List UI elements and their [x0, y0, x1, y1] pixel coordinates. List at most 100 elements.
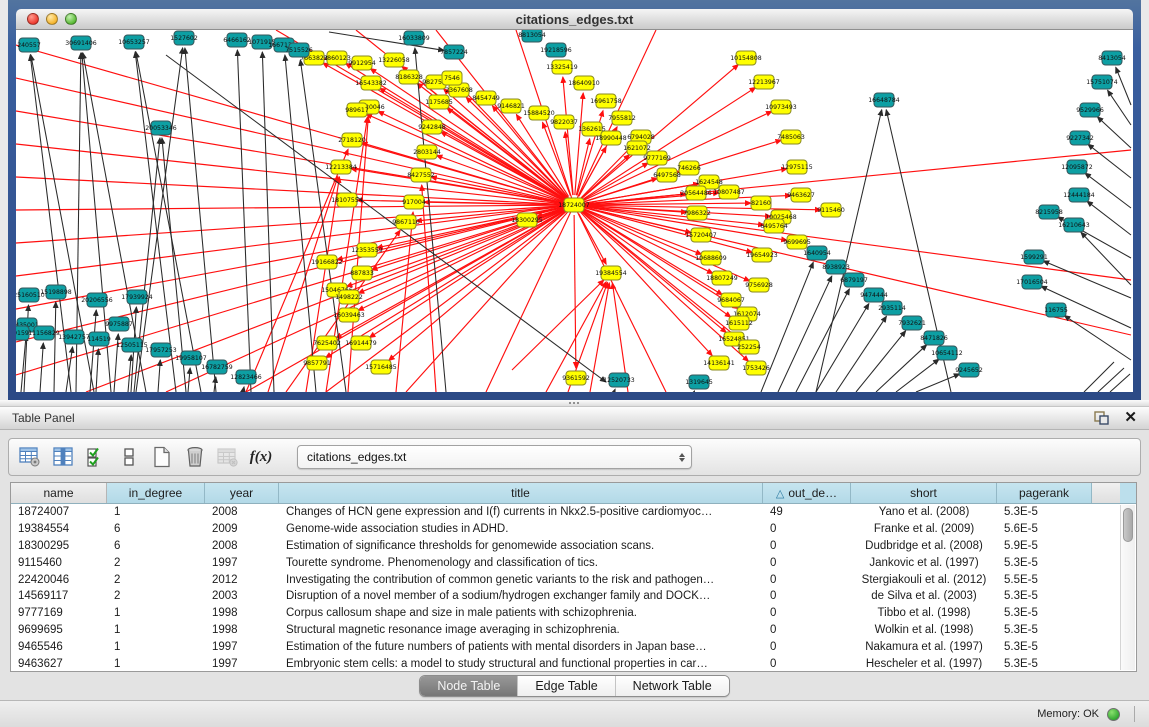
table-cell-year[interactable]: 1997 — [205, 555, 279, 572]
graph-node[interactable]: 9245652 — [955, 363, 983, 377]
table-cell-in_degree[interactable]: 2 — [107, 572, 205, 589]
graph-node[interactable]: 1498222 — [335, 290, 363, 304]
graph-node[interactable]: 6497568 — [653, 168, 681, 182]
graph-node[interactable]: 9857791 — [303, 356, 331, 370]
network-canvas[interactable]: 1872400713325419186409101696175879558121… — [16, 30, 1133, 392]
graph-node[interactable]: 15198898 — [40, 285, 72, 299]
table-cell-name[interactable]: 18724007 — [11, 504, 107, 521]
table-cell-short[interactable]: de Silva et al. (2003) — [851, 588, 997, 605]
graph-node[interactable]: 1753426 — [742, 361, 770, 375]
graph-edge[interactable] — [351, 169, 564, 204]
graph-edge[interactable] — [1116, 67, 1131, 105]
table-cell-pagerank[interactable]: 5.3E-5 — [997, 605, 1092, 622]
graph-node[interactable]: 13226058 — [378, 53, 410, 67]
graph-node[interactable]: 9867110 — [392, 215, 420, 229]
graph-node[interactable]: 1640954 — [803, 246, 831, 260]
table-cell-pagerank[interactable]: 5.5E-5 — [997, 572, 1092, 589]
graph-edge[interactable] — [1088, 144, 1131, 178]
graph-node[interactable]: 2935114 — [878, 301, 906, 315]
graph-edge[interactable] — [1110, 374, 1130, 392]
graph-node[interactable]: 6879197 — [840, 273, 868, 287]
graph-edge[interactable] — [614, 389, 615, 392]
graph-node[interactable]: 989617 — [345, 103, 369, 117]
graph-edge[interactable] — [856, 331, 906, 392]
insert-column-icon[interactable] — [52, 446, 74, 468]
graph-node[interactable]: 12213384 — [325, 160, 357, 174]
graph-edge[interactable] — [396, 212, 413, 392]
table-row[interactable]: 1456911722003Disruption of a novel membe… — [11, 588, 1136, 605]
table-cell-title[interactable]: Genome-wide association studies in ADHD. — [279, 521, 763, 538]
graph-node[interactable]: 9361592 — [562, 371, 590, 385]
minimize-icon[interactable] — [46, 13, 58, 25]
graph-edge[interactable] — [1097, 117, 1131, 148]
table-row[interactable]: 2242004622012Investigating the contribut… — [11, 572, 1136, 589]
graph-node[interactable]: 6495764 — [760, 219, 788, 233]
table-cell-out_de[interactable]: 0 — [763, 572, 851, 589]
table-cell-in_degree[interactable]: 6 — [107, 521, 205, 538]
table-cell-in_degree[interactable]: 2 — [107, 555, 205, 572]
table-cell-title[interactable]: Tourette syndrome. Phenomenology and cla… — [279, 555, 763, 572]
graph-node[interactable]: 19166822 — [311, 255, 343, 269]
table-cell-name[interactable]: 9115460 — [11, 555, 107, 572]
table-cell-title[interactable]: Estimation of significance thresholds fo… — [279, 538, 763, 555]
graph-edge[interactable] — [1087, 201, 1131, 235]
graph-node[interactable]: 1599291 — [1020, 250, 1048, 264]
scrollbar-thumb[interactable] — [1123, 508, 1133, 542]
table-cell-name[interactable]: 14569117 — [11, 588, 107, 605]
graph-node[interactable]: 9912954 — [348, 56, 376, 70]
graph-node[interactable]: 9146821 — [497, 99, 525, 113]
graph-node[interactable]: 9115460 — [817, 203, 845, 217]
graph-node[interactable]: 8813054 — [518, 30, 546, 42]
row-height-icon[interactable] — [118, 446, 140, 468]
graph-edge[interactable] — [1084, 362, 1114, 392]
table-cell-title[interactable]: Structural magnetic resonance image aver… — [279, 622, 763, 639]
graph-node[interactable]: 7932621 — [898, 316, 926, 330]
graph-node[interactable]: 7485063 — [777, 130, 805, 144]
graph-edge[interactable] — [380, 88, 566, 200]
table-cell-short[interactable]: Nakamura et al. (1997) — [851, 639, 997, 656]
graph-node[interactable]: 16914479 — [345, 336, 377, 350]
graph-node[interactable]: 240557 — [17, 38, 41, 52]
graph-edge[interactable] — [128, 355, 131, 392]
table-cell-title[interactable]: Changes of HCN gene expression and I(f) … — [279, 504, 763, 521]
table-cell-in_degree[interactable]: 2 — [107, 588, 205, 605]
table-row[interactable]: 1830029562008Estimation of significance … — [11, 538, 1136, 555]
graph-node[interactable]: 12095872 — [1061, 160, 1093, 174]
table-cell-pagerank[interactable]: 5.9E-5 — [997, 538, 1092, 555]
table-cell-year[interactable]: 2003 — [205, 588, 279, 605]
table-cell-pagerank[interactable]: 5.3E-5 — [997, 504, 1092, 521]
graph-node[interactable]: 9463627 — [787, 188, 815, 202]
table-cell-pagerank[interactable]: 5.6E-5 — [997, 521, 1092, 538]
table-cell-year[interactable]: 2012 — [205, 572, 279, 589]
table-cell-year[interactable]: 1997 — [205, 639, 279, 656]
panel-splitter[interactable] — [0, 400, 1149, 406]
graph-node[interactable]: 39159 — [16, 326, 29, 340]
table-cell-pagerank[interactable]: 5.3E-5 — [997, 588, 1092, 605]
table-cell-name[interactable]: 19384554 — [11, 521, 107, 538]
graph-edge[interactable] — [836, 316, 886, 392]
graph-edge[interactable] — [574, 215, 576, 368]
table-cell-title[interactable]: Investigating the contribution of common… — [279, 572, 763, 589]
graph-edge[interactable] — [896, 359, 939, 392]
table-cell-year[interactable]: 2009 — [205, 521, 279, 538]
graph-node[interactable]: 1621072 — [623, 141, 651, 155]
graph-edge[interactable] — [512, 280, 604, 370]
graph-node[interactable]: 19654923 — [746, 248, 778, 262]
table-cell-out_de[interactable]: 0 — [763, 521, 851, 538]
table-cell-short[interactable]: Jankovic et al. (1997) — [851, 555, 997, 572]
graph-node[interactable]: 12520733 — [603, 373, 635, 387]
graph-edge[interactable] — [1043, 261, 1131, 298]
graph-node[interactable]: 116755 — [1044, 303, 1068, 317]
graph-node[interactable]: 10154808 — [730, 51, 762, 65]
graph-node[interactable]: 1319645 — [685, 375, 713, 389]
graph-node[interactable]: 9699695 — [783, 235, 811, 249]
column-header-title[interactable]: title — [279, 483, 763, 503]
graph-node[interactable]: 1527602 — [170, 31, 198, 45]
graph-node[interactable]: 8471826 — [920, 331, 948, 345]
table-cell-title[interactable]: Embryonic stem cells: a model to study s… — [279, 656, 763, 672]
graph-node[interactable]: 10653257 — [118, 35, 150, 49]
graph-node[interactable]: 8938923 — [822, 260, 850, 274]
table-cell-name[interactable]: 9463627 — [11, 656, 107, 672]
graph-edge[interactable] — [96, 349, 98, 392]
graph-node[interactable]: 10688609 — [695, 251, 727, 265]
